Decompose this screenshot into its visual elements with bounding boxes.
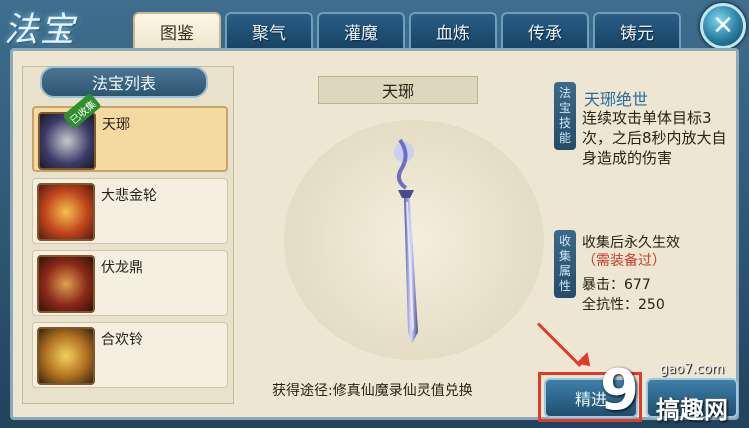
- list-item-label: 伏龙鼎: [101, 260, 143, 276]
- skill-description: 连续攻击单体目标3次，之后8秒内放大自身造成的伤害: [582, 109, 727, 167]
- collect-note: 收集后永久生效: [582, 235, 680, 251]
- list-item-label: 天琊: [102, 117, 130, 133]
- sword-icon: [394, 138, 418, 344]
- tab-bar: 图鉴 聚气 灌魔 血炼 传承 铸元: [133, 12, 681, 48]
- watermark-logo: 9: [600, 358, 639, 423]
- bell-icon: [37, 327, 95, 385]
- skill-tag: 法宝技能: [554, 82, 576, 150]
- watermark-domain: gao7.com: [660, 362, 725, 377]
- list-item-label: 合欢铃: [101, 332, 143, 348]
- tab-atlas[interactable]: 图鉴: [133, 12, 221, 48]
- collect-tag: 收集属性: [554, 230, 576, 298]
- stat-value: 677: [624, 277, 651, 293]
- obtain-method: 获得途径:修真仙魔录仙灵值兑换: [272, 383, 473, 399]
- list-item-fulong-ding[interactable]: 伏龙鼎: [32, 250, 228, 316]
- stat-name: 全抗性: [582, 297, 624, 313]
- skill-name: 天琊绝世: [584, 90, 649, 109]
- list-item-dabei-jinlun[interactable]: 大悲金轮: [32, 178, 228, 244]
- stat-crit: 暴击：677: [582, 277, 651, 293]
- close-button[interactable]: ✕: [700, 3, 746, 49]
- tab-inherit[interactable]: 传承: [501, 12, 589, 48]
- logo: 法宝: [4, 10, 76, 50]
- tab-infuse[interactable]: 灌魔: [317, 12, 405, 48]
- collect-requirement: （需装备过）: [582, 253, 666, 269]
- stat-name: 暴击: [582, 277, 610, 293]
- list-title: 法宝列表: [40, 66, 208, 98]
- close-icon: ✕: [712, 11, 734, 41]
- stat-value: 250: [638, 297, 665, 313]
- watermark-text: 搞趣网: [656, 396, 728, 424]
- treasure-name: 天琊: [318, 76, 478, 104]
- tab-blood-refine[interactable]: 血炼: [409, 12, 497, 48]
- cauldron-icon: [37, 255, 95, 313]
- list-item-label: 大悲金轮: [101, 188, 157, 204]
- stat-all-resist: 全抗性：250: [582, 297, 665, 313]
- list-item-tianya[interactable]: 已收集 天琊: [32, 92, 228, 172]
- tab-gather[interactable]: 聚气: [225, 12, 313, 48]
- tab-forge[interactable]: 铸元: [593, 12, 681, 48]
- list-item-hehuan-ling[interactable]: 合欢铃: [32, 322, 228, 388]
- golden-wheel-icon: [37, 183, 95, 241]
